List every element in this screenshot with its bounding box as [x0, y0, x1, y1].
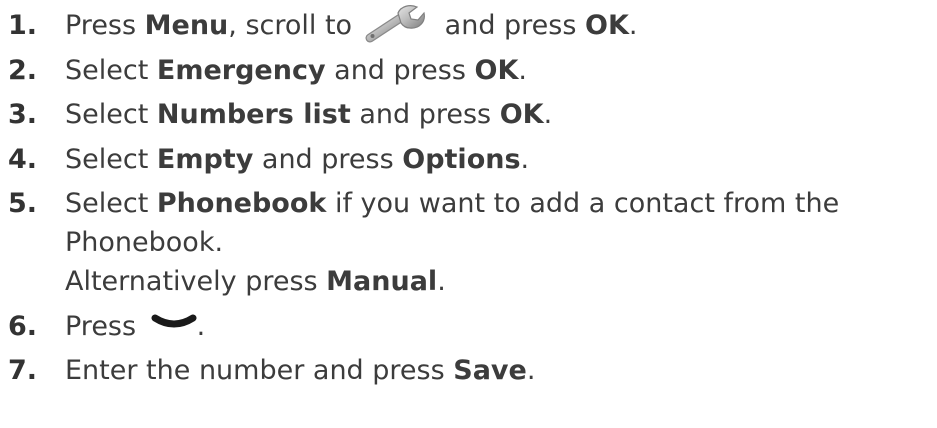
save-keyword: Save [453, 355, 527, 386]
step-number: 3. [8, 99, 38, 130]
step-text: Select [65, 188, 157, 219]
step-number: 6. [8, 310, 38, 342]
step-5: 5. Select Phonebook if you want to add a… [8, 184, 933, 301]
step-text: . [518, 54, 527, 86]
step-text: Enter the number and press [65, 355, 454, 386]
step-6: 6. Press . [8, 307, 933, 346]
step-text: Press [65, 310, 145, 342]
step-4: 4. Select Empty and press Options. [8, 140, 933, 179]
step-text: Select [65, 54, 157, 86]
instruction-steps: 1. Press Menu, scroll to and press OK. 2… [8, 4, 933, 390]
step-text: . [526, 355, 536, 386]
numbers-list-keyword: Numbers list [156, 99, 351, 130]
phonebook-keyword: Phonebook [156, 188, 327, 219]
step-text: and press [350, 99, 500, 130]
step-text: and press [253, 143, 403, 175]
step-text: . [437, 266, 446, 297]
step-text: . [196, 310, 206, 342]
step-line: Alternatively press Manual. [65, 262, 933, 301]
ok-keyword: OK [585, 10, 629, 41]
step-7: 7. Enter the number and press Save. [8, 351, 933, 390]
step-text: Press [65, 10, 145, 41]
ok-keyword: OK [499, 99, 544, 130]
options-keyword: Options [402, 143, 521, 175]
ok-keyword: OK [474, 54, 519, 86]
wrench-icon [365, 4, 426, 42]
step-line: Select Phonebook if you want to add a co… [65, 184, 933, 223]
step-text: . [543, 99, 553, 130]
step-text: Select [65, 99, 157, 130]
step-number: 4. [8, 143, 38, 175]
step-text: and press [325, 54, 475, 86]
step-text: Select [65, 143, 157, 175]
step-1: 1. Press Menu, scroll to and press OK. [8, 4, 933, 45]
step-text: . [520, 143, 530, 175]
step-number: 2. [8, 54, 38, 86]
chevron-down-icon [151, 314, 197, 328]
step-number: 5. [8, 188, 38, 219]
step-text: if you want to add a contact from the [326, 188, 840, 219]
step-text: . [628, 10, 638, 41]
menu-keyword: Menu [144, 10, 229, 41]
step-number: 1. [8, 10, 38, 41]
step-text: , scroll to [228, 10, 353, 41]
step-line: Phonebook. [65, 227, 224, 258]
emergency-keyword: Emergency [156, 54, 326, 86]
manual-keyword: Manual [326, 266, 438, 297]
step-3: 3. Select Numbers list and press OK. [8, 95, 933, 134]
step-text: and press [436, 10, 586, 41]
step-2: 2. Select Emergency and press OK. [8, 51, 933, 90]
empty-keyword: Empty [156, 143, 254, 175]
step-number: 7. [8, 355, 38, 386]
step-text: Alternatively press [65, 266, 327, 297]
